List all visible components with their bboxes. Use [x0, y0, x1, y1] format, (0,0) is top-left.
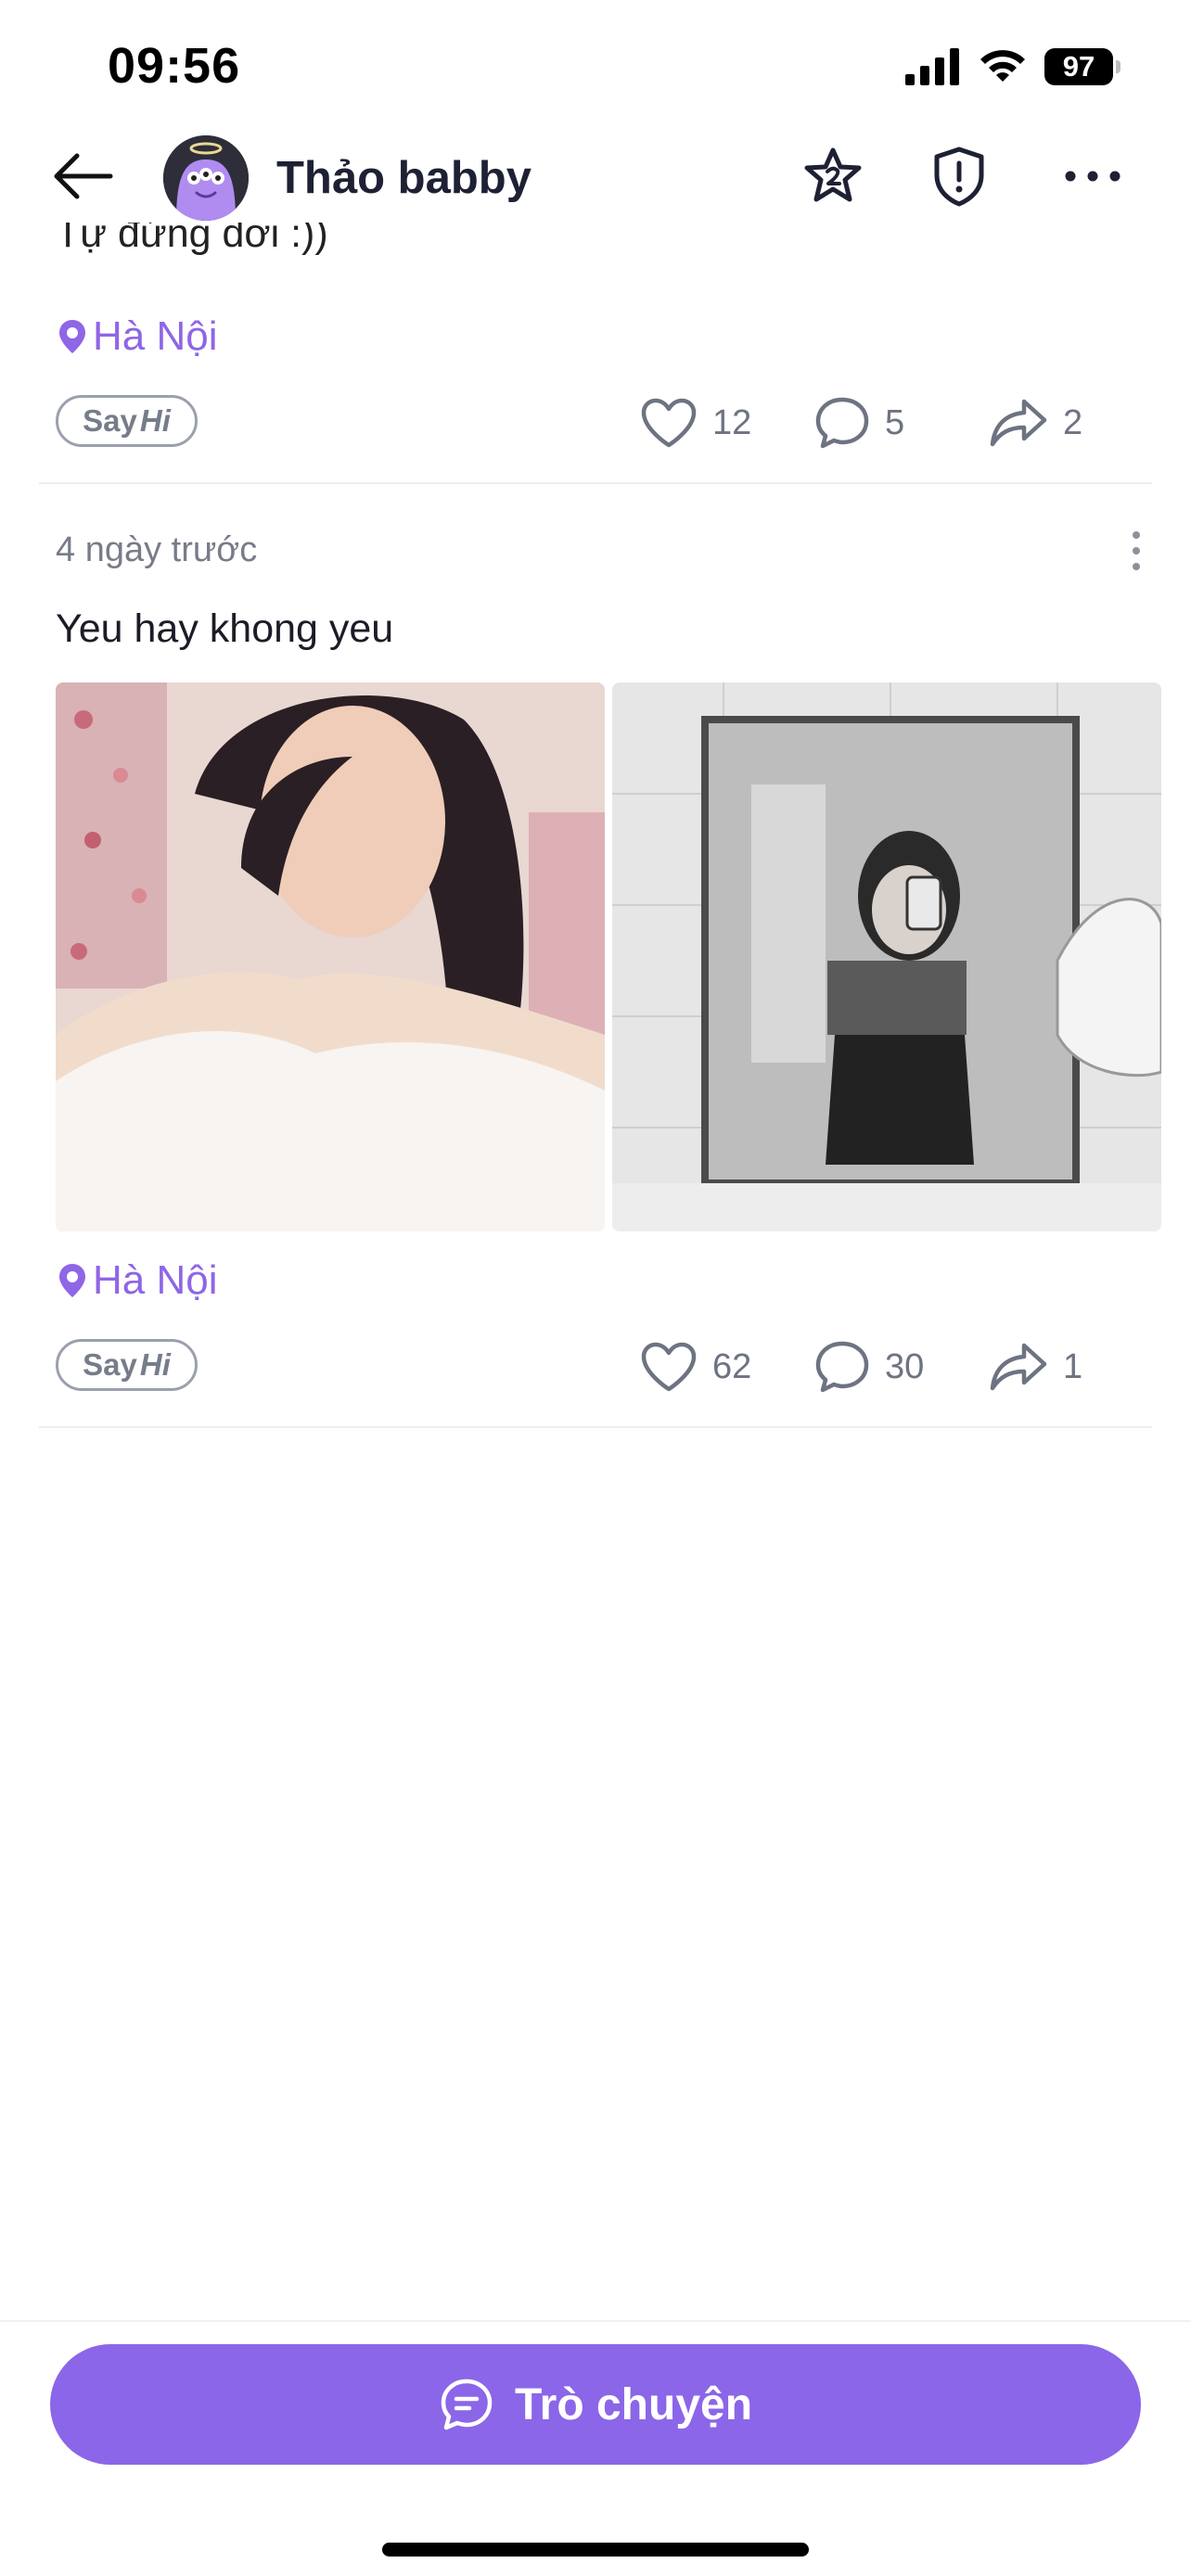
post-time: 4 ngày trước — [56, 530, 258, 569]
sayhi-say: Say — [83, 1347, 137, 1382]
sayhi-button[interactable]: Say Hi — [56, 1339, 198, 1391]
avatar[interactable] — [163, 135, 249, 221]
status-time: 09:56 — [108, 38, 241, 94]
location-label: Hà Nội — [93, 1257, 218, 1303]
chat-bubble-icon — [441, 2378, 493, 2430]
cellular-signal-icon — [905, 48, 959, 85]
like-count: 12 — [712, 402, 752, 442]
comment-icon — [815, 397, 869, 449]
home-indicator[interactable] — [382, 2543, 809, 2557]
heart-icon — [641, 398, 697, 448]
share-count: 2 — [1063, 402, 1083, 442]
share-button[interactable]: 1 — [989, 1339, 1082, 1395]
star-badge-icon — [804, 147, 862, 202]
post-location[interactable]: Hà Nội — [58, 1257, 218, 1304]
bottom-bar: Trò chuyện — [0, 2320, 1191, 2576]
post-actions: Say Hi 62 30 1 — [56, 1339, 1085, 1395]
status-bar: 09:56 97 — [0, 0, 1191, 139]
comment-icon — [815, 1341, 869, 1393]
chat-button-label: Trò chuyện — [514, 2379, 753, 2429]
chat-button[interactable]: Trò chuyện — [50, 2344, 1141, 2465]
photo-placeholder-selfie — [56, 682, 605, 1231]
post-photo-2[interactable] — [612, 682, 1161, 1231]
report-button[interactable] — [922, 139, 996, 213]
profile-name[interactable]: Thảo babby — [276, 152, 531, 204]
like-count: 62 — [712, 1346, 752, 1386]
post-photo-1[interactable] — [56, 682, 605, 1231]
share-count: 1 — [1063, 1346, 1083, 1386]
comment-count: 30 — [885, 1346, 925, 1386]
shield-alert-icon — [934, 147, 984, 207]
location-label: Hà Nội — [93, 313, 218, 359]
profile-header: Thảo babby — [0, 130, 1191, 223]
photo-placeholder-mirror — [612, 682, 1161, 1231]
favorite-button[interactable] — [796, 139, 870, 213]
share-arrow-icon — [990, 399, 1047, 447]
comment-button[interactable]: 5 — [814, 395, 904, 451]
like-button[interactable]: 12 — [640, 395, 751, 451]
status-icons: 97 — [905, 46, 1121, 87]
profile-posts-screen: 09:56 97 Thảo babby Tự đứng dơi:)) Hà N… — [0, 0, 1191, 2576]
location-pin-icon — [59, 320, 85, 353]
monster-avatar-icon — [163, 135, 249, 221]
comment-count: 5 — [885, 402, 905, 442]
post-divider — [39, 482, 1152, 484]
like-button[interactable]: 62 — [640, 1339, 751, 1395]
more-options-button[interactable] — [1056, 139, 1130, 213]
post-divider — [39, 1426, 1152, 1428]
sayhi-hi: Hi — [139, 403, 171, 438]
sayhi-say: Say — [83, 403, 137, 438]
more-horizontal-icon — [1065, 171, 1121, 182]
sayhi-button[interactable]: Say Hi — [56, 395, 198, 447]
sayhi-hi: Hi — [139, 1347, 171, 1382]
battery-icon: 97 — [1044, 48, 1121, 85]
post-text: Yeu hay khong yeu — [56, 606, 394, 651]
post-more-button[interactable] — [1122, 523, 1150, 579]
comment-button[interactable]: 30 — [814, 1339, 924, 1395]
post-actions: Say Hi 12 5 2 — [56, 395, 1085, 451]
share-arrow-icon — [990, 1343, 1047, 1391]
arrow-left-icon — [54, 153, 113, 199]
more-vertical-icon — [1133, 531, 1140, 539]
share-button[interactable]: 2 — [989, 395, 1082, 451]
post-location[interactable]: Hà Nội — [58, 313, 218, 360]
wifi-icon — [980, 50, 1025, 82]
location-pin-icon — [59, 1264, 85, 1297]
back-button[interactable] — [48, 148, 119, 204]
heart-icon — [641, 1342, 697, 1392]
